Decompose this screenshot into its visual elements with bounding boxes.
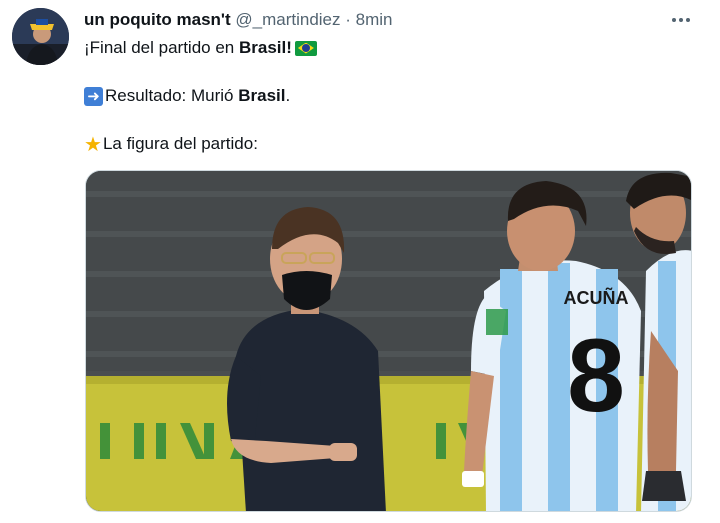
line2-text: Resultado: Murió bbox=[105, 86, 239, 105]
tweet-text: ¡Final del partido en Brasil! ➜ Resultad… bbox=[84, 38, 684, 154]
line2-bold: Brasil bbox=[238, 86, 286, 105]
avatar-image bbox=[12, 8, 69, 65]
separator-dot: · bbox=[345, 10, 351, 29]
author-name[interactable]: un poquito masn't bbox=[84, 10, 231, 29]
match-photo: ACUÑA 8 bbox=[86, 171, 691, 511]
tweet-card[interactable]: un poquito masn't @_martindiez · 8min ¡F… bbox=[0, 0, 720, 523]
line2-suffix: . bbox=[285, 86, 291, 105]
line1-text: ¡Final del partido en bbox=[84, 38, 239, 57]
brazil-flag-icon bbox=[294, 40, 317, 56]
jersey-name: ACUÑA bbox=[564, 287, 629, 308]
more-horizontal-icon[interactable] bbox=[668, 10, 694, 30]
jersey-number: 8 bbox=[567, 318, 625, 434]
tweet-line-2: ➜ Resultado: Murió Brasil . bbox=[84, 86, 684, 106]
tweet-media-image[interactable]: ACUÑA 8 bbox=[85, 170, 692, 512]
right-arrow-icon: ➜ bbox=[84, 86, 103, 106]
tweet-header: un poquito masn't @_martindiez · 8min bbox=[84, 10, 660, 30]
line1-bold: Brasil! bbox=[238, 38, 292, 57]
avatar[interactable] bbox=[12, 8, 69, 65]
tweet-timestamp[interactable]: 8min bbox=[356, 10, 393, 29]
tweet-line-1: ¡Final del partido en Brasil! bbox=[84, 38, 684, 58]
author-handle[interactable]: @_martindiez bbox=[235, 10, 340, 29]
line3-text: La figura del partido: bbox=[102, 134, 258, 153]
tweet-line-3: ★ La figura del partido: bbox=[84, 134, 684, 154]
star-icon: ★ bbox=[84, 132, 102, 156]
